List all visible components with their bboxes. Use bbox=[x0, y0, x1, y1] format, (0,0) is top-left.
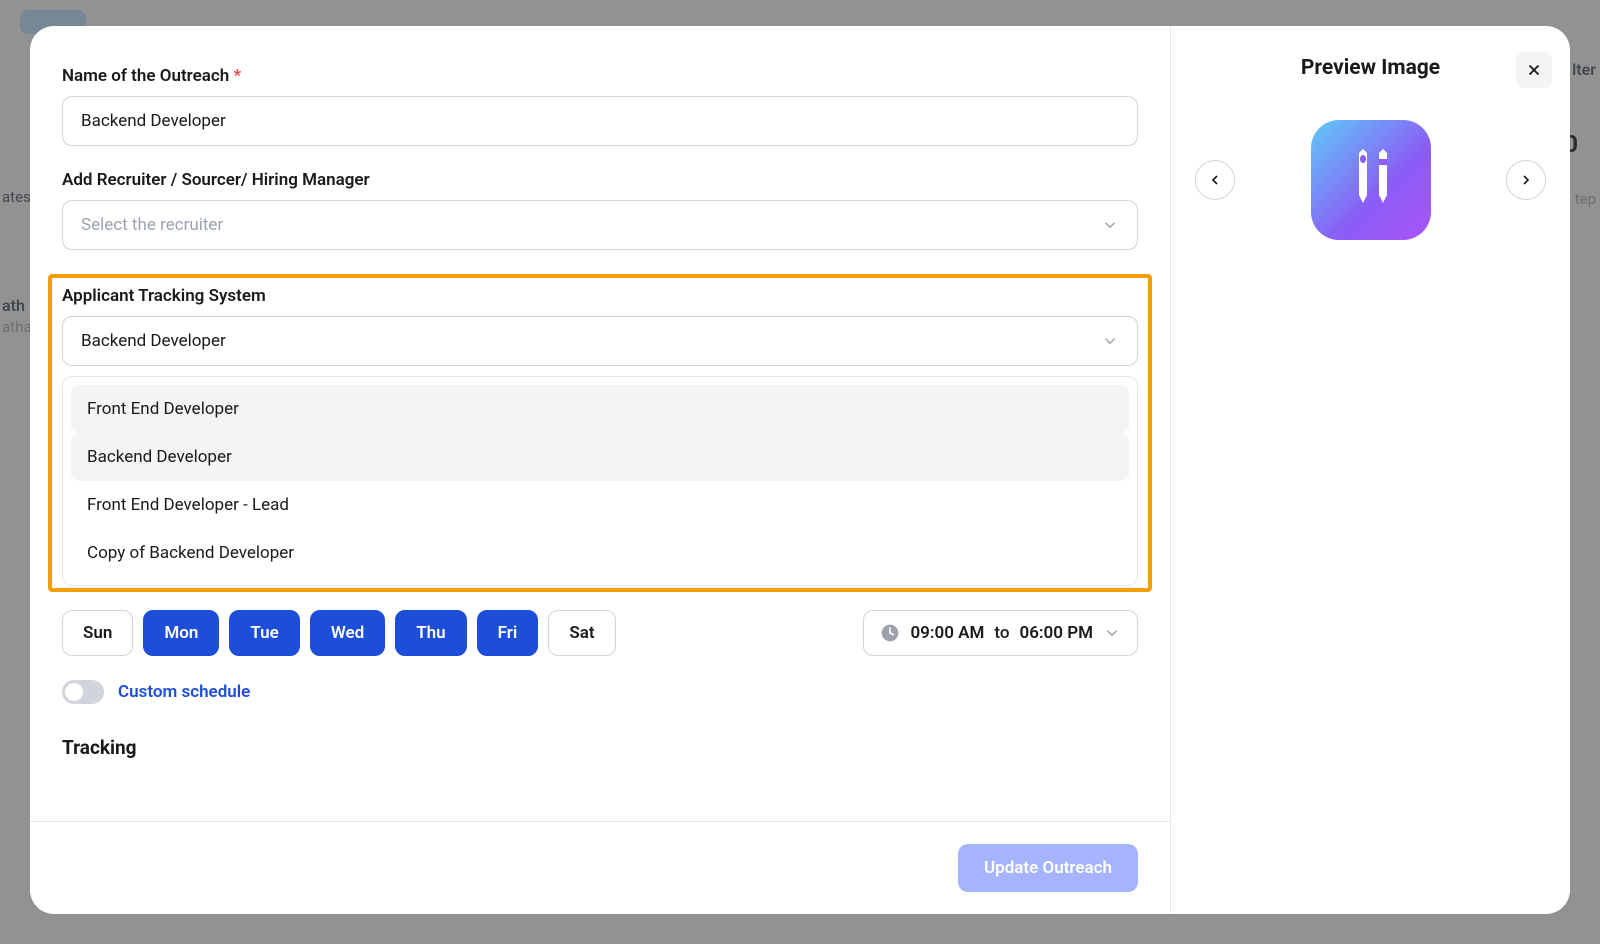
chevron-down-icon bbox=[1101, 216, 1119, 234]
ats-field-group: Applicant Tracking System Backend Develo… bbox=[62, 286, 1138, 586]
recruiter-field-group: Add Recruiter / Sourcer/ Hiring Manager … bbox=[62, 170, 1138, 250]
name-input[interactable] bbox=[62, 96, 1138, 146]
recruiter-select[interactable]: Select the recruiter bbox=[62, 200, 1138, 250]
schedule-days-row: Sun Mon Tue Wed Thu Fri Sat 09:00 AM to … bbox=[62, 610, 1138, 656]
clock-icon bbox=[880, 623, 900, 643]
preview-title: Preview Image bbox=[1301, 56, 1440, 80]
outreach-modal: Name of the Outreach * Add Recruiter / S… bbox=[30, 26, 1570, 914]
ats-option-copy-backend[interactable]: Copy of Backend Developer bbox=[71, 529, 1129, 577]
time-from: 09:00 AM bbox=[910, 623, 984, 643]
ats-dropdown: Front End Developer Backend Developer Fr… bbox=[62, 376, 1138, 586]
day-tue[interactable]: Tue bbox=[229, 610, 299, 656]
preview-carousel bbox=[1195, 120, 1546, 240]
day-wed[interactable]: Wed bbox=[310, 610, 385, 656]
carousel-next-button[interactable] bbox=[1506, 160, 1546, 200]
tracking-title: Tracking bbox=[62, 736, 1138, 759]
preview-panel: Preview Image bbox=[1170, 26, 1570, 914]
name-label-text: Name of the Outreach bbox=[62, 66, 229, 86]
custom-schedule-row: Custom schedule bbox=[62, 680, 1138, 704]
time-range-selector[interactable]: 09:00 AM to 06:00 PM bbox=[863, 610, 1138, 656]
ats-select[interactable]: Backend Developer bbox=[62, 316, 1138, 366]
required-asterisk: * bbox=[234, 66, 242, 86]
modal-form-panel: Name of the Outreach * Add Recruiter / S… bbox=[30, 26, 1170, 914]
carousel-prev-button[interactable] bbox=[1195, 160, 1235, 200]
close-icon bbox=[1525, 61, 1543, 79]
ats-label: Applicant Tracking System bbox=[62, 286, 1138, 306]
day-fri[interactable]: Fri bbox=[477, 610, 539, 656]
pen-tools-icon bbox=[1341, 145, 1401, 215]
update-outreach-button[interactable]: Update Outreach bbox=[958, 844, 1138, 892]
custom-schedule-label: Custom schedule bbox=[118, 682, 250, 702]
ats-option-frontend-lead[interactable]: Front End Developer - Lead bbox=[71, 481, 1129, 529]
preview-image-thumbnail[interactable] bbox=[1311, 120, 1431, 240]
chevron-left-icon bbox=[1207, 172, 1223, 188]
day-sun[interactable]: Sun bbox=[62, 610, 133, 656]
day-thu[interactable]: Thu bbox=[395, 610, 466, 656]
preview-header: Preview Image bbox=[1195, 56, 1546, 80]
ats-option-frontend[interactable]: Front End Developer bbox=[71, 385, 1129, 433]
time-to-label: to bbox=[994, 623, 1009, 643]
ats-value: Backend Developer bbox=[81, 331, 226, 351]
chevron-right-icon bbox=[1518, 172, 1534, 188]
recruiter-label: Add Recruiter / Sourcer/ Hiring Manager bbox=[62, 170, 1138, 190]
name-field-group: Name of the Outreach * bbox=[62, 66, 1138, 146]
close-button[interactable] bbox=[1516, 52, 1552, 88]
chevron-down-icon bbox=[1103, 624, 1121, 642]
day-sat[interactable]: Sat bbox=[548, 610, 615, 656]
toggle-knob bbox=[65, 683, 83, 701]
ats-option-backend[interactable]: Backend Developer bbox=[71, 433, 1129, 481]
custom-schedule-toggle[interactable] bbox=[62, 680, 104, 704]
ats-highlight-box: Applicant Tracking System Backend Develo… bbox=[48, 274, 1152, 592]
name-label: Name of the Outreach * bbox=[62, 66, 1138, 86]
time-to: 06:00 PM bbox=[1020, 623, 1094, 643]
modal-footer: Update Outreach bbox=[30, 821, 1170, 914]
day-mon[interactable]: Mon bbox=[143, 610, 219, 656]
chevron-down-icon bbox=[1101, 332, 1119, 350]
recruiter-placeholder: Select the recruiter bbox=[81, 215, 223, 235]
